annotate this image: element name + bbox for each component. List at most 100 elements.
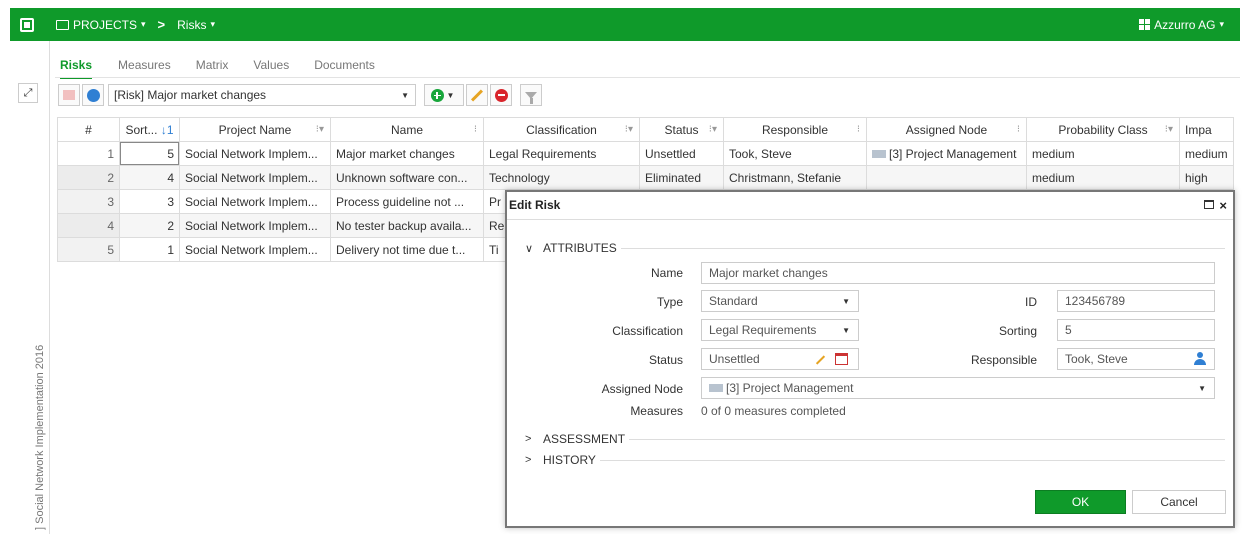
node-icon — [872, 150, 886, 159]
tab-risks[interactable]: Risks — [60, 58, 93, 79]
chevron-down-icon: ▼ — [842, 325, 850, 335]
filter-icon[interactable]: ⁝▾ — [625, 124, 633, 135]
tab-measures[interactable]: Measures — [118, 58, 182, 79]
filter-icon — [525, 91, 537, 104]
assigned-node-select-value: [3] Project Management — [726, 381, 854, 395]
assigned-node-select[interactable]: [3] Project Management ▼ — [701, 377, 1215, 399]
chevron-down-icon: ▾ — [1219, 19, 1224, 29]
assessment-section-header[interactable]: > ASSESSMENT — [525, 432, 1225, 446]
organization-grid-icon — [1139, 19, 1151, 30]
projects-menu[interactable]: PROJECTS ▾ — [56, 18, 146, 32]
column-header-label: Responsible — [761, 122, 829, 137]
column-header[interactable]: Probability Class ⁝▾ — [1026, 117, 1180, 142]
refresh-icon — [86, 88, 100, 102]
type-select-value: Standard — [709, 294, 758, 308]
breadcrumb-separator: > — [157, 17, 166, 32]
refresh-button[interactable] — [82, 84, 104, 106]
risk-select[interactable]: [Risk] Major market changes ▼ — [108, 84, 416, 106]
type-label: Type — [656, 295, 683, 309]
sort-icon[interactable]: ⁝ — [857, 124, 860, 135]
id-input-value: 123456789 — [1065, 294, 1126, 308]
id-input[interactable]: 123456789 — [1057, 290, 1215, 312]
close-icon[interactable]: × — [1219, 198, 1227, 213]
ok-button[interactable]: OK — [1035, 490, 1126, 514]
risks-menu[interactable]: Risks ▾ — [177, 18, 215, 32]
table-row[interactable]: 2 4 Social Network Implem... Unknown sof… — [57, 165, 1234, 190]
sort-icon[interactable]: ⁝ — [1017, 124, 1020, 135]
classification-select[interactable]: Legal Requirements ▼ — [701, 319, 859, 341]
responsible-label: Responsible — [970, 353, 1037, 367]
project-name-cell: Social Network Implem... — [179, 141, 331, 166]
column-header[interactable]: Project Name ⁝▾ — [179, 117, 331, 142]
filter-icon[interactable]: ⁝▾ — [1165, 124, 1173, 135]
maximize-icon[interactable] — [1204, 200, 1215, 209]
impact-cell: high — [1179, 165, 1234, 190]
name-cell: Unknown software con... — [330, 165, 484, 190]
person-picker-icon[interactable] — [1194, 352, 1206, 366]
column-header[interactable]: Classification ⁝▾ — [483, 117, 640, 142]
filter-icon[interactable]: ⁝▾ — [316, 124, 324, 135]
table-row[interactable]: 1 5 Social Network Implem... Major marke… — [57, 141, 1234, 166]
delete-risk-button[interactable] — [490, 84, 512, 106]
tab-documents[interactable]: Documents — [314, 58, 386, 79]
column-header-label: Assigned Node — [905, 122, 988, 137]
tab-matrix[interactable]: Matrix — [196, 58, 240, 79]
classification-select-value: Legal Requirements — [709, 323, 817, 337]
sorting-input-value: 5 — [1065, 323, 1072, 337]
project-name-cell: Social Network Implem... — [179, 165, 331, 190]
classification-cell: Technology — [483, 165, 640, 190]
filter-button[interactable] — [520, 84, 542, 106]
name-input[interactable]: Major market changes — [701, 262, 1215, 284]
status-label: Status — [648, 353, 683, 367]
pencil-icon — [470, 88, 484, 102]
tab-values[interactable]: Values — [253, 58, 300, 79]
chevron-down-icon: ▼ — [446, 90, 455, 100]
project-name-cell: Social Network Implem... — [179, 189, 331, 214]
column-header[interactable]: Responsible ⁝ — [723, 117, 867, 142]
sorting-cell[interactable]: 5 — [119, 141, 180, 166]
chevron-down-icon: ▼ — [401, 90, 409, 100]
measures-value: 0 of 0 measures completed — [701, 404, 846, 418]
column-header[interactable]: Sort... ↓1 — [119, 117, 180, 142]
expand-sidebar-button[interactable]: ⤢ — [18, 83, 38, 103]
section-divider — [620, 247, 1225, 249]
history-section-header[interactable]: > HISTORY — [525, 453, 1225, 467]
assessment-section-label: ASSESSMENT — [543, 432, 626, 446]
column-header[interactable]: Name ⁝ — [330, 117, 484, 142]
column-header[interactable]: # — [57, 117, 120, 142]
risk-select-value: [Risk] Major market changes — [114, 88, 267, 102]
type-select[interactable]: Standard ▼ — [701, 290, 859, 312]
responsible-field[interactable]: Took, Steve — [1057, 348, 1215, 370]
attributes-section-header[interactable]: ∨ ATTRIBUTES — [525, 241, 1225, 255]
chevron-down-icon: ∨ — [525, 242, 534, 255]
edit-risk-button[interactable] — [466, 84, 488, 106]
app-logo-icon[interactable] — [20, 17, 34, 32]
status-field[interactable]: Unsettled — [701, 348, 859, 370]
sorting-input[interactable]: 5 — [1057, 319, 1215, 341]
sort-icon[interactable]: ⁝ — [474, 124, 477, 135]
chevron-down-icon: ▼ — [842, 296, 850, 306]
edit-status-pencil-icon[interactable] — [815, 355, 826, 365]
organization-menu[interactable]: Azzurro AG ▾ — [1139, 18, 1224, 32]
status-cell: Eliminated — [639, 165, 724, 190]
name-input-value: Major market changes — [709, 266, 828, 280]
column-header[interactable]: Status ⁝▾ — [639, 117, 724, 142]
sort-indicator: ↓1 — [160, 122, 174, 137]
status-history-icon[interactable] — [835, 353, 848, 365]
responsible-cell: Christmann, Stefanie — [723, 165, 867, 190]
cancel-button[interactable]: Cancel — [1132, 490, 1226, 514]
name-label: Name — [650, 266, 683, 280]
chevron-down-icon: ▼ — [1198, 383, 1206, 393]
column-header-label: Project Name — [218, 122, 292, 137]
chevron-right-icon: > — [525, 433, 532, 445]
column-header[interactable]: Impa — [1179, 117, 1234, 142]
filter-icon[interactable]: ⁝▾ — [709, 124, 717, 135]
probability-class-cell: medium — [1026, 165, 1180, 190]
name-cell: Delivery not time due t... — [330, 237, 484, 262]
add-risk-button[interactable]: ▼ — [424, 84, 464, 106]
top-navigation-bar: PROJECTS ▾ > Risks ▾ Azzurro AG ▾ — [10, 8, 1240, 41]
list-view-button[interactable] — [58, 84, 80, 106]
classification-label: Classification — [612, 324, 683, 338]
column-header-label: Sort... — [125, 122, 158, 137]
column-header[interactable]: Assigned Node ⁝ — [866, 117, 1027, 142]
